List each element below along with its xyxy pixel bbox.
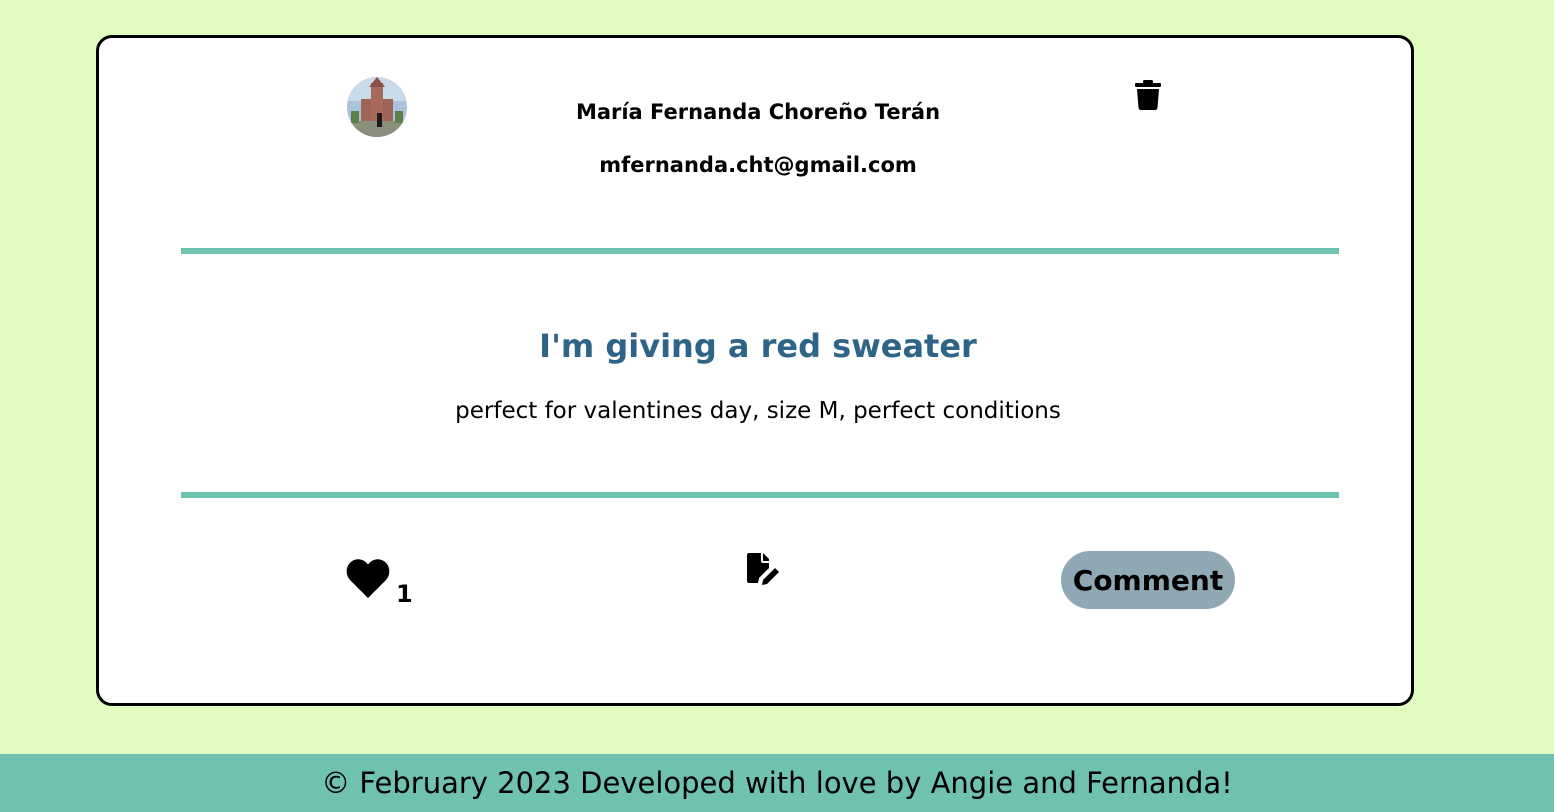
footer: © February 2023 Developed with love by A… — [0, 754, 1554, 812]
top-divider — [181, 248, 1339, 254]
post-description: perfect for valentines day, size M, perf… — [455, 398, 1061, 424]
like-button[interactable] — [346, 558, 390, 600]
author-name: María Fernanda Choreño Terán — [575, 100, 941, 124]
post-title: I'm giving a red sweater — [539, 327, 977, 365]
bottom-divider — [181, 492, 1339, 498]
heart-icon — [346, 559, 390, 598]
post-card: María Fernanda Choreño Terán mfernanda.c… — [96, 35, 1414, 706]
page: María Fernanda Choreño Terán mfernanda.c… — [0, 0, 1554, 812]
author-email: mfernanda.cht@gmail.com — [599, 153, 917, 177]
trash-icon — [1135, 80, 1161, 110]
comment-button[interactable]: Comment — [1061, 551, 1235, 609]
like-count: 1 — [396, 580, 413, 608]
edit-document-icon — [747, 553, 779, 585]
edit-post-button[interactable] — [747, 553, 781, 585]
delete-post-button[interactable] — [1135, 80, 1161, 110]
